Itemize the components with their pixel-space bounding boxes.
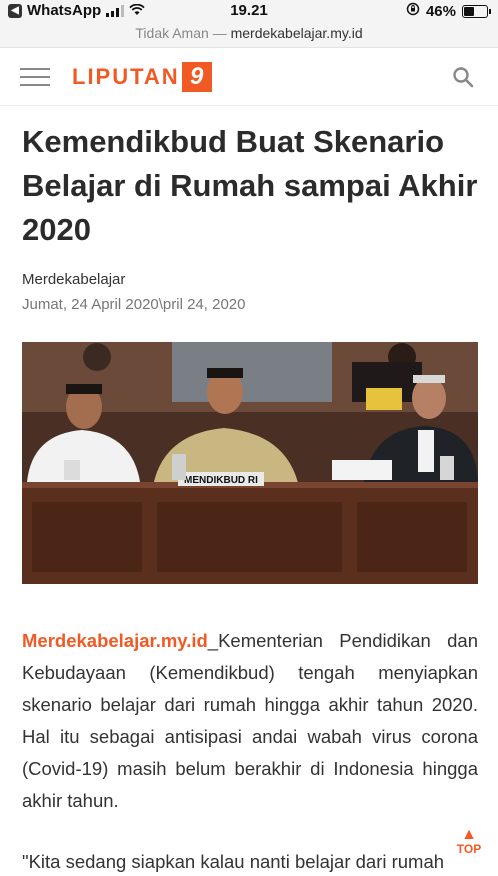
- article-lead-text: _Kementerian Pendidikan dan Kebudayaan (…: [22, 630, 478, 811]
- menu-button[interactable]: [20, 66, 50, 88]
- photo-nameplate: MENDIKBUD RI: [184, 475, 258, 486]
- status-right: 46%: [406, 2, 491, 20]
- article-author[interactable]: Merdekabelajar: [22, 271, 125, 288]
- logo-badge: 9: [181, 62, 212, 92]
- orientation-lock-icon: [406, 2, 420, 20]
- source-link[interactable]: Merdekabelajar.my.id: [22, 630, 208, 651]
- url-separator: —: [212, 25, 227, 41]
- url-bar[interactable]: Tidak Aman — merdekabelajar.my.id: [0, 22, 498, 48]
- logo-text: LIPUTAN: [72, 64, 180, 89]
- url-domain: merdekabelajar.my.id: [230, 25, 363, 41]
- battery-percent: 46%: [425, 2, 456, 20]
- article-photo: MENDIKBUD RI: [22, 342, 478, 584]
- search-button[interactable]: [452, 66, 474, 88]
- arrow-up-icon: ▲: [461, 826, 477, 843]
- back-to-top-button[interactable]: ▲ TOP: [452, 826, 486, 862]
- site-logo[interactable]: LIPUTAN 9: [72, 62, 212, 92]
- article-headline: Kemendikbud Buat Skenario Belajar di Rum…: [22, 124, 478, 247]
- article-lead: Merdekabelajar.my.id_Kementerian Pendidi…: [22, 625, 478, 817]
- hearing-photo: MENDIKBUD RI: [22, 342, 478, 584]
- site-header: LIPUTAN 9: [0, 48, 498, 106]
- article-date: Jumat, 24 April 2020\pril 24, 2020: [22, 296, 246, 313]
- security-status: Tidak Aman: [135, 25, 209, 41]
- search-icon: [453, 67, 474, 88]
- back-to-top-label: TOP: [456, 842, 482, 856]
- battery-icon: [462, 4, 491, 18]
- status-bar: ◀ WhatsApp 19.21 46%: [0, 0, 498, 22]
- article-quote: "Kita sedang siapkan kalau nanti belajar…: [22, 851, 445, 872]
